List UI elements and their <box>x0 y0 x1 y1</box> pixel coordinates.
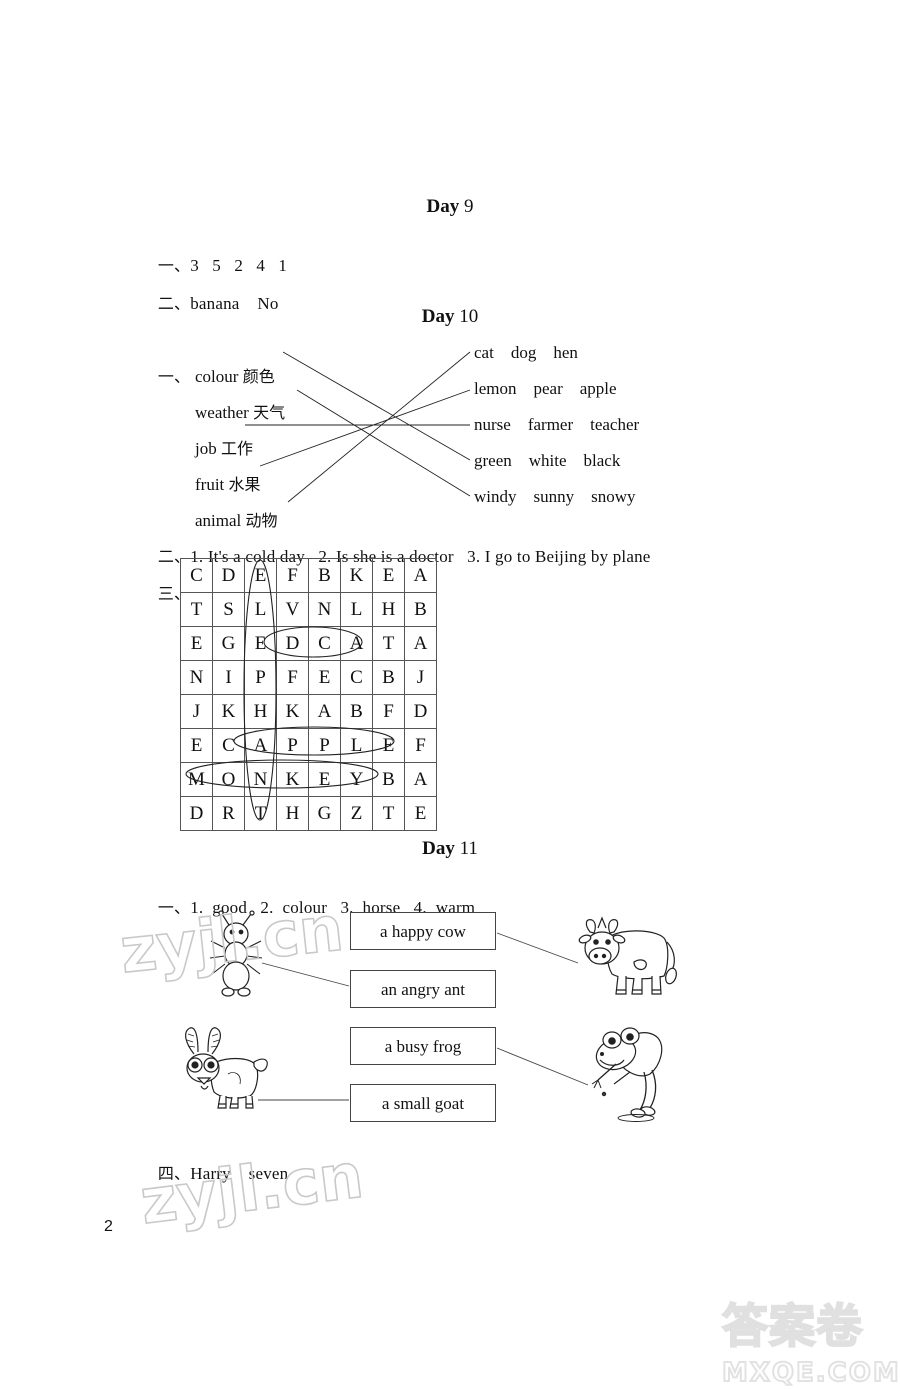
watermark-brand-url: MXQE.COM <box>721 1357 900 1389</box>
day-11-connector-lines <box>258 932 589 1101</box>
line-happy-cow-to-cow <box>496 932 579 964</box>
page-number: 2 <box>104 1218 113 1235</box>
answer-key-page: Day 9 一、3 5 2 4 1 二、banana No Day 10 一、 … <box>0 0 900 1390</box>
line-busy-frog-to-frog <box>496 1047 589 1086</box>
frog-illustration <box>591 1027 663 1122</box>
watermark-brand: 答案卷 MXQE.COM <box>721 1290 900 1389</box>
goat-illustration <box>185 1027 268 1109</box>
cow-illustration <box>578 916 677 995</box>
watermark-brand-cn: 答案卷 <box>721 1298 863 1354</box>
